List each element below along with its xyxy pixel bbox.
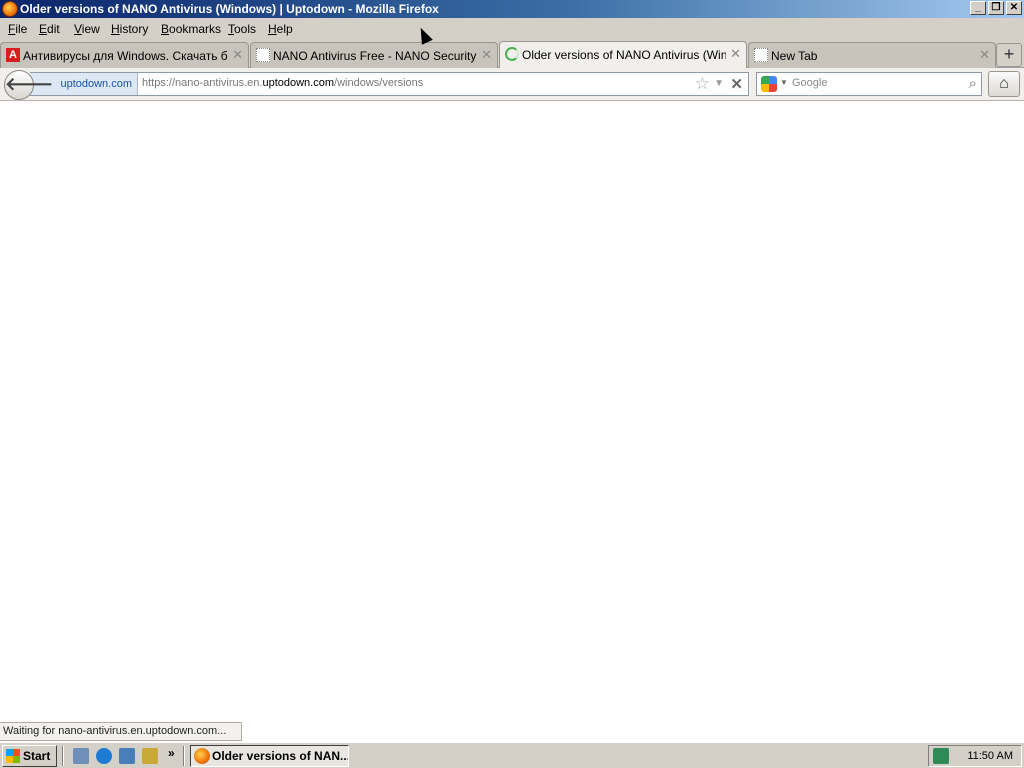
firefox-app-icon[interactable] [2,1,18,17]
blank-page-icon [754,48,768,62]
status-bar: Waiting for nano-antivirus.en.uptodown.c… [0,722,242,741]
outlook-express-icon[interactable] [119,748,135,764]
menu-edit[interactable]: Edit [39,22,60,36]
task-label: Older versions of NAN... [212,749,349,763]
new-tab-button[interactable]: + [996,43,1022,67]
back-button[interactable]: 🡐 [4,70,53,100]
engine-dropdown-icon[interactable]: ▼ [780,78,788,87]
taskbar: Start » Older versions of NAN... 11:50 A… [0,742,1024,768]
menu-file[interactable]: File [8,22,27,36]
tab-older-versions[interactable]: Older versions of NANO Antivirus (Windo.… [499,41,747,69]
menu-history[interactable]: History [111,22,148,36]
maximize-button[interactable]: ❐ [988,1,1004,15]
tab-label: Older versions of NANO Antivirus (Windo.… [522,48,726,62]
show-desktop-icon[interactable] [73,748,89,764]
network-tray-icon[interactable] [933,748,949,764]
close-button[interactable]: ✕ [1006,1,1022,15]
tab-close-icon[interactable]: ✕ [232,47,243,63]
taskbar-firefox-window[interactable]: Older versions of NAN... [190,745,349,767]
internet-explorer-icon[interactable] [96,748,112,764]
taskbar-separator [62,746,64,766]
page-content-area[interactable] [0,102,1024,742]
window-title: Older versions of NANO Antivirus (Window… [20,2,439,16]
menu-help[interactable]: Help [268,22,293,36]
tab-strip: A Антивирусы для Windows. Скачать бе... … [0,40,1024,69]
tab-label: NANO Antivirus Free - NANO Security Ltd. [273,49,477,63]
home-icon: ⌂ [999,75,1009,92]
search-input[interactable]: Google [792,77,827,89]
firefox-icon [194,748,210,764]
taskbar-separator [183,746,185,766]
windows-logo-icon [6,749,20,763]
tab-close-icon[interactable]: ✕ [481,47,492,63]
menu-bookmarks[interactable]: Bookmarks [161,22,221,36]
red-a-favicon-icon: A [6,48,20,62]
navigation-toolbar: uptodown.com https://nano-antivirus.en.u… [0,68,1024,101]
window-title-bar[interactable]: Older versions of NANO Antivirus (Window… [0,0,1024,18]
clock[interactable]: 11:50 AM [967,750,1013,762]
url-text[interactable]: https://nano-antivirus.en.uptodown.com/w… [142,77,423,89]
magnifier-icon[interactable]: ⌕ [969,75,977,92]
url-bar[interactable]: uptodown.com https://nano-antivirus.en.u… [30,72,749,96]
minimize-button[interactable]: _ [970,1,986,15]
blank-page-icon [256,48,270,62]
bookmark-star-icon[interactable]: ☆ [695,74,710,94]
tab-label: Антивирусы для Windows. Скачать бе... [23,49,228,63]
start-label: Start [23,749,51,763]
search-files-icon[interactable] [142,748,158,764]
tab-nano-free[interactable]: NANO Antivirus Free - NANO Security Ltd.… [250,42,498,68]
system-tray: 11:50 AM [928,745,1022,767]
menu-tools[interactable]: Tools [228,22,256,36]
back-arrow-icon: 🡐 [5,74,54,94]
menu-view[interactable]: View [74,22,100,36]
tab-label: New Tab [771,49,818,63]
history-dropmarker-icon[interactable]: ▼ [714,78,724,89]
tab-new-tab[interactable]: New Tab ✕ [748,42,996,68]
stop-icon[interactable]: ✕ [730,75,743,93]
quick-launch-more-icon[interactable]: » [168,746,175,760]
search-bar[interactable]: ▼ Google ⌕ [756,72,982,96]
home-button[interactable]: ⌂ [988,71,1020,97]
loading-spinner-icon [505,47,519,61]
tab-close-icon[interactable]: ✕ [979,47,990,63]
start-button[interactable]: Start [2,745,57,767]
tab-close-icon[interactable]: ✕ [730,46,741,62]
tab-antivirus-ru[interactable]: A Антивирусы для Windows. Скачать бе... … [0,42,249,68]
menu-bar: File Edit View History Bookmarks Tools H… [0,18,1024,40]
google-engine-icon[interactable] [761,76,777,92]
window-controls: _ ❐ ✕ [970,1,1022,15]
